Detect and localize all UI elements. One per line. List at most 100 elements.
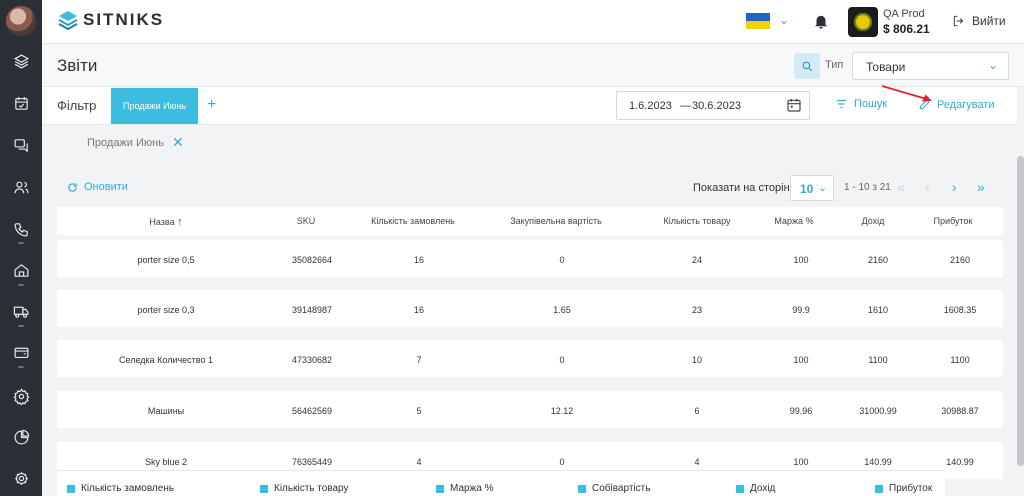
settings-gear-icon[interactable] xyxy=(11,386,31,406)
truck-icon[interactable] xyxy=(11,301,31,321)
date-from: 1.6.2023 xyxy=(629,100,672,112)
sidebar xyxy=(0,0,42,496)
add-filter-button[interactable]: + xyxy=(207,96,216,114)
logout-icon xyxy=(953,15,964,27)
next-page-icon[interactable]: › xyxy=(952,179,957,195)
language-flag-icon[interactable] xyxy=(746,13,770,29)
table-controls: Оновити Показати на сторінці 10 ⌄ 1 - 10… xyxy=(57,172,1003,202)
brand-name[interactable]: SITNIKS xyxy=(83,10,164,30)
gear-icon[interactable] xyxy=(11,468,31,488)
cell-quantity: 6 xyxy=(694,406,700,416)
legend-item[interactable]: Кількість замовлень xyxy=(67,483,174,494)
legend-swatch xyxy=(436,484,444,493)
wallet-icon[interactable] xyxy=(11,342,31,362)
chart-legend: Кількість замовлень Кількість товару Мар… xyxy=(57,470,945,496)
store-balance: $ 806.21 xyxy=(883,22,930,36)
chevron-down-icon: ⌄ xyxy=(818,182,828,194)
table-header: Назва ↑ SKU Кількість замовлень Закупіве… xyxy=(57,207,1003,235)
page-range: 1 - 10 з 21 xyxy=(844,182,891,193)
brand-logo-icon[interactable] xyxy=(57,9,79,33)
cell-orders: 7 xyxy=(416,355,422,365)
submenu-indicator xyxy=(18,366,24,368)
legend-item[interactable]: Маржа % xyxy=(436,483,494,494)
cell-name: Селедка Количество 1 xyxy=(119,355,213,365)
column-header-sku[interactable]: SKU xyxy=(297,216,316,226)
calendar-icon[interactable] xyxy=(786,97,802,113)
legend-item[interactable]: Прибуток xyxy=(875,483,932,494)
store-avatar[interactable] xyxy=(848,7,878,37)
chat-icon[interactable] xyxy=(11,135,31,155)
cell-quantity: 23 xyxy=(691,305,703,315)
date-separator: — xyxy=(680,100,691,112)
cell-sku: 47330682 xyxy=(291,355,333,365)
cell-revenue: 31000.99 xyxy=(859,406,897,416)
store-name[interactable]: QA Prod xyxy=(883,8,925,20)
pie-chart-icon[interactable] xyxy=(11,427,31,447)
date-range-input[interactable]: 1.6.2023 — 30.6.2023 xyxy=(616,91,810,120)
column-header-revenue[interactable]: Дохід xyxy=(862,216,885,226)
cell-margin: 99.9 xyxy=(792,305,810,315)
prev-page-icon[interactable]: ‹ xyxy=(925,179,930,195)
cell-margin: 100 xyxy=(793,255,809,265)
edit-filter-label: Редагувати xyxy=(937,98,995,111)
column-header-margin[interactable]: Маржа % xyxy=(774,216,813,226)
refresh-button[interactable]: Оновити xyxy=(67,181,128,193)
column-header-profit[interactable]: Прибуток xyxy=(934,216,973,226)
bell-icon[interactable] xyxy=(812,12,830,30)
cell-orders: 5 xyxy=(416,406,422,416)
column-header-purchase-cost[interactable]: Закупівельна вартість xyxy=(510,216,602,226)
chevron-down-icon: ⌄ xyxy=(987,58,998,72)
top-bar: SITNIKS ⌄ QA Prod $ 806.21 Вийти xyxy=(42,0,1024,44)
sort-up-icon[interactable]: ↑ xyxy=(177,216,183,228)
submenu-indicator xyxy=(18,325,24,327)
per-page-label: Показати на сторінці xyxy=(693,182,799,194)
per-page-select[interactable]: 10 ⌄ xyxy=(790,175,834,201)
legend-item[interactable]: Собівартість xyxy=(578,483,650,494)
user-avatar[interactable] xyxy=(6,6,36,36)
filter-tab-active[interactable]: Продажи Июнь xyxy=(111,88,198,124)
legend-item[interactable]: Кількість товару xyxy=(260,483,349,494)
submenu-indicator xyxy=(18,242,24,244)
chevron-down-icon[interactable]: ⌄ xyxy=(779,13,789,27)
search-button[interactable] xyxy=(794,53,820,79)
cell-revenue: 2160 xyxy=(867,255,889,265)
refresh-icon xyxy=(68,182,77,192)
legend-item[interactable]: Дохід xyxy=(736,483,775,494)
cell-purchase-cost: 1.65 xyxy=(553,305,571,315)
cell-name: porter size 0,3 xyxy=(137,305,195,315)
filter-label: Фільтр xyxy=(57,98,97,113)
cell-profit: 2160 xyxy=(949,255,971,265)
annotation-arrow xyxy=(881,85,932,102)
vertical-scrollbar[interactable] xyxy=(1017,156,1024,466)
home-icon[interactable] xyxy=(11,260,31,280)
cell-revenue: 1100 xyxy=(868,355,888,365)
filter-lines-icon xyxy=(837,99,846,109)
calendar-check-icon[interactable] xyxy=(11,93,31,113)
submenu-indicator xyxy=(18,284,24,286)
column-header-name[interactable]: Назва ↑ xyxy=(149,216,182,228)
type-select-value: Товари xyxy=(866,60,906,74)
users-icon[interactable] xyxy=(11,177,31,197)
cell-sku: 35082664 xyxy=(291,255,333,265)
cell-profit: 30988.87 xyxy=(941,406,979,416)
table-row[interactable]: Машины 56462569 5 12.12 6 99.96 31000.99… xyxy=(57,391,1003,428)
first-page-icon[interactable]: « xyxy=(897,179,905,195)
logout-button[interactable]: Вийти xyxy=(952,14,1006,28)
table-row[interactable]: porter size 0,3 39148987 16 1.65 23 99.9… xyxy=(57,290,1003,327)
last-page-icon[interactable]: » xyxy=(977,179,985,195)
column-header-quantity[interactable]: Кількість товару xyxy=(663,216,730,226)
phone-icon[interactable] xyxy=(11,219,31,239)
type-select[interactable]: Товари ⌄ xyxy=(852,52,1009,80)
table-row[interactable]: porter size 0,5 35082664 16 0 24 100 216… xyxy=(57,240,1003,277)
cell-orders: 16 xyxy=(413,305,425,315)
cell-quantity: 24 xyxy=(691,255,703,265)
cell-revenue: 1610 xyxy=(867,305,889,315)
page-title: Звіти xyxy=(57,56,98,75)
cell-purchase-cost: 0 xyxy=(559,355,565,365)
table-row[interactable]: Селедка Количество 1 47330682 7 0 10 100… xyxy=(57,340,1003,377)
cell-sku: 56462569 xyxy=(291,406,333,416)
layers-icon[interactable] xyxy=(11,51,31,71)
cell-orders: 16 xyxy=(413,255,425,265)
column-header-orders[interactable]: Кількість замовлень xyxy=(371,216,455,226)
close-icon[interactable]: ✕ xyxy=(172,134,184,151)
